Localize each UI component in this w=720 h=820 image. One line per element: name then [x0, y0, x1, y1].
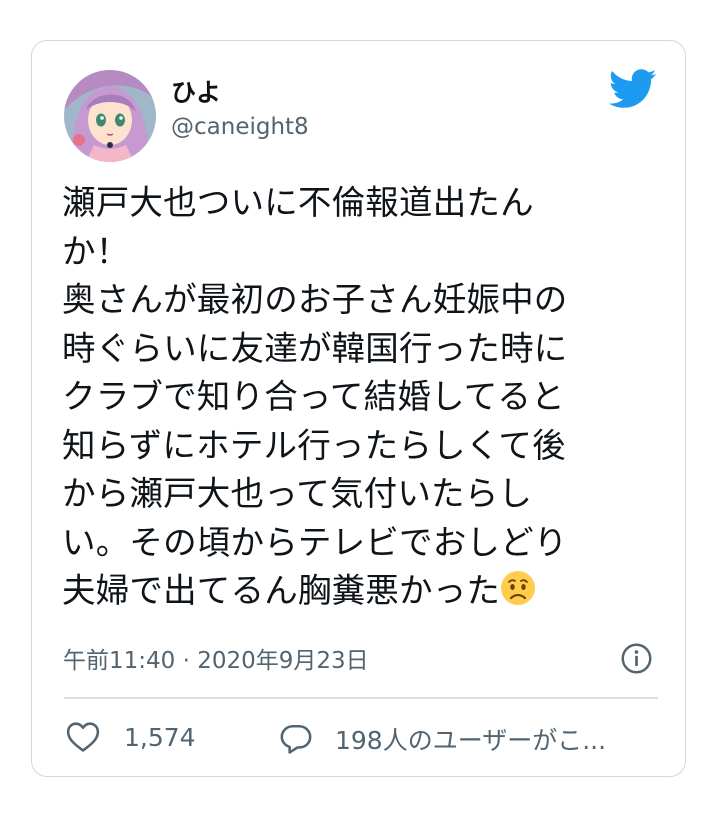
like-button[interactable]: 1,574: [66, 721, 196, 753]
display-name[interactable]: ひよ: [171, 73, 221, 109]
tweet-line: 時ぐらいに友達が韓国行った時に: [62, 328, 568, 368]
reply-button[interactable]: 198人のユーザーがこ...: [279, 721, 606, 757]
tweet-line: 奥さんが最初のお子さん妊娠中の: [62, 280, 568, 319]
info-icon[interactable]: [620, 642, 653, 675]
tweet-timestamp[interactable]: 午前11:40 · 2020年9月23日: [63, 641, 369, 675]
tweet-line: から瀬戸大也って気付いたらし: [62, 474, 533, 513]
tweet-line: い。その頃からテレビでおしどり: [62, 522, 568, 562]
tweet-line: 夫婦で出てるん胸糞悪かった: [62, 571, 501, 610]
tweet-line: か！: [62, 231, 130, 271]
avatar[interactable]: [64, 70, 156, 162]
tweet-actions: 1,574 198人のユーザーがこ...: [62, 721, 662, 761]
like-count: 1,574: [124, 722, 196, 752]
tweet-line: クラブで知り合って結婚してると: [62, 377, 565, 416]
twitter-bird-icon[interactable]: [608, 69, 657, 109]
speech-bubble-icon: [279, 723, 313, 755]
divider: [64, 697, 658, 699]
tweet-line: 瀬戸大也ついに不倫報道出たん: [62, 183, 534, 222]
heart-icon: [66, 721, 100, 753]
user-handle[interactable]: @caneight8: [171, 114, 309, 140]
tweet-card[interactable]: ひよ @caneight8 瀬戸大也ついに不倫報道出たん か！ 奥さんが最初のお…: [31, 40, 686, 777]
tweet-line: 知らずにホテル行ったらしくて後: [62, 425, 566, 465]
worried-face-emoji: [500, 570, 536, 606]
reply-label: 198人のユーザーがこ...: [335, 726, 607, 755]
tweet-text: 瀬戸大也ついに不倫報道出たん か！ 奥さんが最初のお子さん妊娠中の 時ぐらいに友…: [62, 179, 662, 616]
tweet-line-last: 夫婦で出てるん胸糞悪かった: [62, 567, 662, 616]
